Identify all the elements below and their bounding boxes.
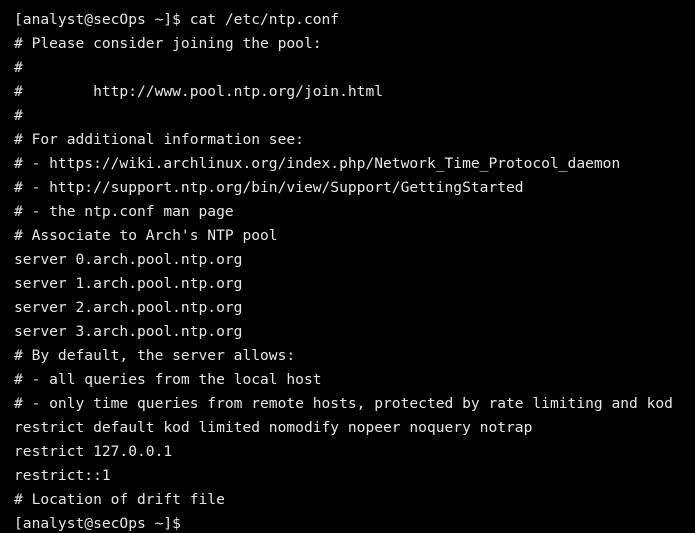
command-prompt-line[interactable]: [analyst@secOps ~]$ [14, 512, 695, 533]
terminal-line: [analyst@secOps ~]$ cat /etc/ntp.conf [14, 11, 340, 28]
text-cursor [181, 516, 182, 532]
terminal-line: # http://www.pool.ntp.org/join.html [14, 83, 384, 100]
terminal-line: server 0.arch.pool.ntp.org [14, 251, 243, 268]
terminal-line: # For additional information see: [14, 131, 304, 148]
terminal-window[interactable]: [analyst@secOps ~]$ cat /etc/ntp.conf # … [0, 0, 695, 533]
terminal-line: # - http://support.ntp.org/bin/view/Supp… [14, 179, 524, 196]
terminal-line: server 2.arch.pool.ntp.org [14, 299, 243, 316]
terminal-line: # [14, 107, 23, 124]
terminal-line: server 3.arch.pool.ntp.org [14, 323, 243, 340]
terminal-line: # - all queries from the local host [14, 371, 322, 388]
terminal-line: restrict::1 [14, 467, 111, 484]
terminal-line: # Location of drift file [14, 491, 225, 508]
shell-prompt: [analyst@secOps ~]$ [14, 515, 181, 532]
terminal-line: # [14, 59, 23, 76]
terminal-line: restrict 127.0.0.1 [14, 443, 173, 460]
terminal-line: # Associate to Arch's NTP pool [14, 227, 278, 244]
terminal-line: # Please consider joining the pool: [14, 35, 322, 52]
terminal-line: # - https://wiki.archlinux.org/index.php… [14, 155, 621, 172]
terminal-line: # - the ntp.conf man page [14, 203, 234, 220]
terminal-line: # By default, the server allows: [14, 347, 296, 364]
terminal-line: # - only time queries from remote hosts,… [14, 395, 673, 412]
terminal-line: server 1.arch.pool.ntp.org [14, 275, 243, 292]
terminal-line: restrict default kod limited nomodify no… [14, 419, 533, 436]
